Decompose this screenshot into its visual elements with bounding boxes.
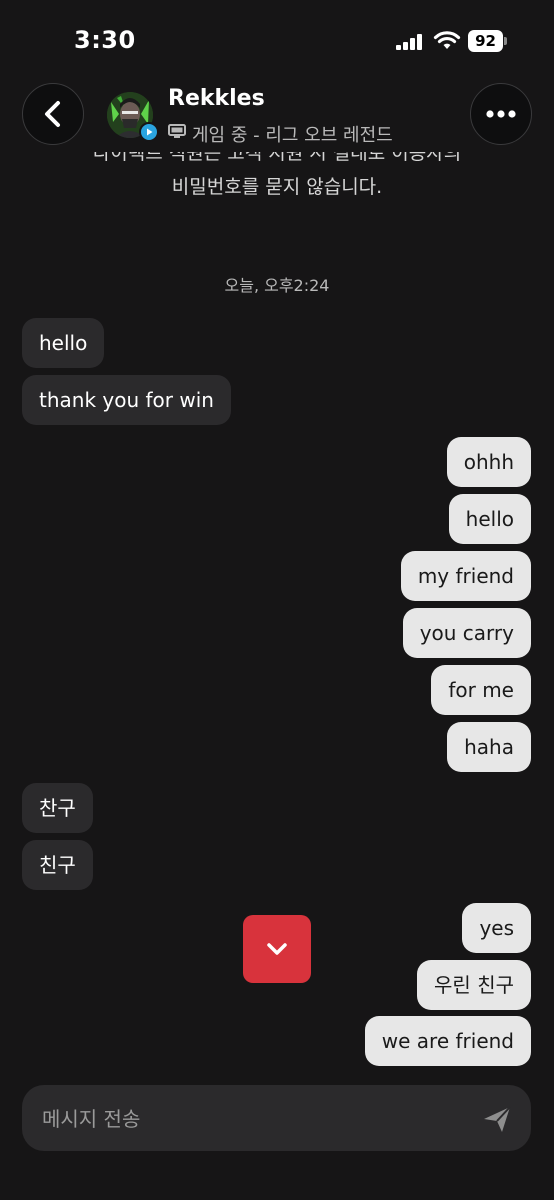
chevron-left-icon: [45, 101, 60, 127]
scroll-to-bottom-button[interactable]: [243, 915, 311, 983]
status-time: 3:30: [74, 26, 136, 54]
message-bubble-outgoing[interactable]: yes: [462, 903, 531, 953]
more-options-button[interactable]: [470, 83, 532, 145]
message-bubble-outgoing[interactable]: haha: [447, 722, 531, 772]
message-bubble-outgoing[interactable]: hello: [448, 494, 531, 544]
contact-name[interactable]: Rekkles: [168, 86, 265, 111]
back-button[interactable]: [22, 83, 84, 145]
activity-status: 게임 중 - 리그 오브 레전드: [192, 125, 393, 146]
message-bubble-outgoing[interactable]: we are friend: [364, 1016, 531, 1066]
wifi-icon: [433, 31, 461, 49]
message-input[interactable]: [40, 1085, 464, 1153]
notice-line-2: 비밀번호를 묻지 않습니다.: [171, 176, 383, 198]
monitor-icon: [168, 124, 186, 138]
message-bubble-incoming[interactable]: hello: [22, 318, 105, 368]
battery-level: 92: [468, 30, 503, 52]
send-icon[interactable]: [482, 1104, 512, 1134]
chevron-down-icon: [267, 943, 287, 955]
date-separator: 오늘, 오후2:24: [224, 276, 330, 295]
message-bubble-incoming[interactable]: 찬구: [22, 783, 93, 833]
cellular-signal-icon: [396, 34, 422, 50]
more-dots-icon: [486, 110, 516, 118]
live-badge-icon: [139, 122, 159, 142]
message-bubble-outgoing[interactable]: my friend: [400, 551, 531, 601]
message-bubble-incoming[interactable]: thank you for win: [22, 375, 231, 425]
battery-indicator: 92: [468, 30, 508, 52]
message-bubble-outgoing[interactable]: you carry: [402, 608, 531, 658]
message-bubble-incoming[interactable]: 친구: [22, 840, 93, 890]
message-bubble-outgoing[interactable]: ohhh: [446, 437, 531, 487]
message-composer: [22, 1085, 531, 1153]
message-bubble-outgoing[interactable]: 우린 친구: [417, 960, 531, 1010]
security-notice: 다이렉트 직원은 고객 지원 시 절대로 이용자의 비밀번호를 묻지 않습니다.: [0, 152, 554, 204]
notice-line-1: 다이렉트 직원은 고객 지원 시 절대로 이용자의: [92, 152, 462, 164]
message-bubble-outgoing[interactable]: for me: [431, 665, 531, 715]
